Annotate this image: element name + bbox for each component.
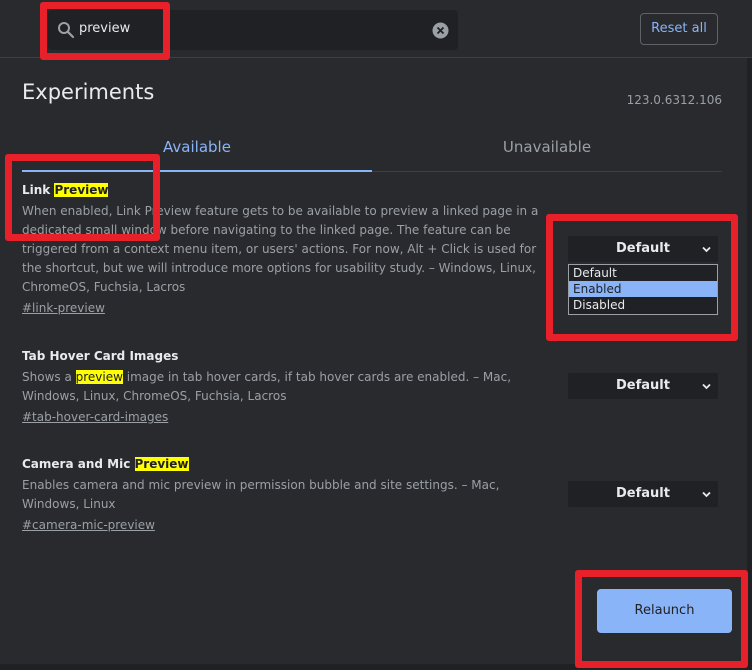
version-label: 123.0.6312.106 [626,93,722,107]
experiment-title: Camera and Mic Preview [22,457,189,471]
experiment-description: Shows a preview image in tab hover cards… [22,370,512,403]
chevron-down-icon [702,491,711,498]
select-value: Default [616,378,670,393]
experiment-description: Enables camera and mic preview in permis… [22,478,500,511]
camera-mic-preview-select[interactable]: Default [568,481,718,507]
experiment-title: Tab Hover Card Images [22,349,179,363]
search-highlight: preview [75,370,123,384]
annotation-box-relaunch [575,570,748,668]
clear-search-icon[interactable] [432,22,449,39]
page-title: Experiments [22,80,155,104]
experiment-camera-mic-preview: Camera and Mic Preview Enables camera an… [22,456,552,533]
experiment-tab-hover-card-images: Tab Hover Card Images Shows a preview im… [22,348,552,425]
annotation-box-dropdown [546,214,738,341]
search-highlight: Preview [134,457,189,471]
experiment-link[interactable]: #camera-mic-preview [22,518,155,532]
reset-all-button[interactable]: Reset all [640,13,718,45]
tab-hover-card-images-select[interactable]: Default [568,373,718,399]
select-value: Default [616,486,670,501]
tab-unavailable[interactable]: Unavailable [372,138,722,172]
experiment-link[interactable]: #link-preview [22,301,105,315]
experiment-link[interactable]: #tab-hover-card-images [22,410,168,424]
annotation-box-link-preview-title [5,154,160,241]
chevron-down-icon [702,383,711,390]
annotation-box-search [40,2,170,60]
